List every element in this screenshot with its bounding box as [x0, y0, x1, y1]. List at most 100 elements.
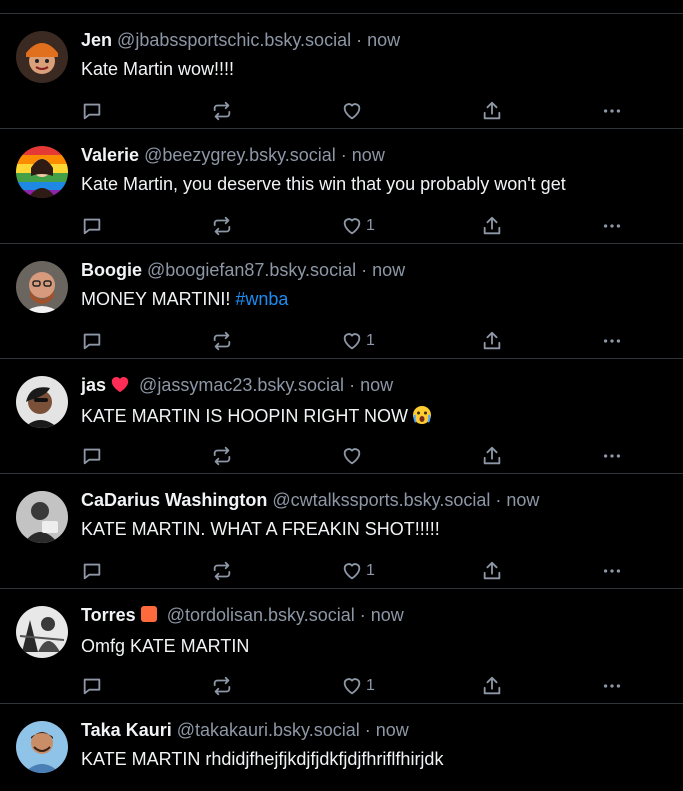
- post-actions: 1: [81, 215, 631, 237]
- author-handle[interactable]: @takakauri.bsky.social: [177, 720, 360, 740]
- more-dots-icon: [603, 569, 621, 573]
- post-time[interactable]: now: [372, 260, 405, 280]
- reply-icon: [83, 333, 101, 350]
- post-text: Omfg KATE MARTIN: [81, 636, 250, 656]
- post-actions: [81, 445, 631, 467]
- heart-emoji-icon: [111, 377, 129, 393]
- reply-button[interactable]: [81, 100, 103, 122]
- avatar[interactable]: [16, 721, 68, 773]
- heart-emoji-badge: [110, 375, 130, 398]
- share-button[interactable]: [481, 675, 503, 697]
- author-name[interactable]: Torres: [81, 605, 136, 625]
- post-actions: 1: [81, 560, 631, 582]
- more-dots-icon: [603, 224, 621, 228]
- post-item[interactable]: jas @jassymac23.bsky.social · now KATE M…: [0, 359, 683, 474]
- author-handle[interactable]: @boogiefan87.bsky.social: [147, 260, 356, 280]
- post-item[interactable]: Valerie @beezygrey.bsky.social · now Kat…: [0, 129, 683, 244]
- share-button[interactable]: [481, 215, 503, 237]
- post-item[interactable]: Boogie @boogiefan87.bsky.social · now MO…: [0, 244, 683, 359]
- author-name[interactable]: Jen: [81, 30, 112, 50]
- more-options-button[interactable]: [601, 560, 623, 582]
- author-name[interactable]: Taka Kauri: [81, 720, 172, 740]
- repost-button[interactable]: [211, 330, 233, 352]
- like-button[interactable]: 1: [341, 215, 375, 237]
- reply-icon: [83, 103, 101, 120]
- post-time[interactable]: now: [376, 720, 409, 740]
- reply-button[interactable]: [81, 330, 103, 352]
- more-dots-icon: [603, 109, 621, 113]
- post-item[interactable]: Torres @tordolisan.bsky.social · now Omf…: [0, 589, 683, 704]
- post-actions: [81, 100, 631, 122]
- post-text: Kate Martin, you deserve this win that y…: [81, 174, 566, 194]
- like-button[interactable]: 1: [341, 560, 375, 582]
- repost-button[interactable]: [211, 215, 233, 237]
- repost-button[interactable]: [211, 560, 233, 582]
- separator-dot: ·: [495, 490, 502, 510]
- post-item[interactable]: Taka Kauri @takakauri.bsky.social · now …: [0, 704, 683, 791]
- author-handle[interactable]: @jbabssportschic.bsky.social: [117, 30, 351, 50]
- author-name[interactable]: Valerie: [81, 145, 139, 165]
- author-handle[interactable]: @jassymac23.bsky.social: [139, 375, 344, 395]
- orange-square-emoji-icon: [140, 606, 157, 622]
- reply-button[interactable]: [81, 215, 103, 237]
- share-button[interactable]: [481, 560, 503, 582]
- author-handle[interactable]: @cwtalkssports.bsky.social: [272, 490, 490, 510]
- repost-icon: [213, 101, 231, 121]
- post-time[interactable]: now: [367, 30, 400, 50]
- like-button[interactable]: [341, 445, 366, 467]
- author-handle[interactable]: @tordolisan.bsky.social: [167, 605, 355, 625]
- more-options-button[interactable]: [601, 330, 623, 352]
- repost-button[interactable]: [211, 100, 233, 122]
- post-time[interactable]: now: [360, 375, 393, 395]
- post-text: KATE MARTIN. WHAT A FREAKIN SHOT!!!!!: [81, 519, 440, 539]
- post-time[interactable]: now: [506, 490, 539, 510]
- avatar[interactable]: [16, 261, 68, 313]
- post-item[interactable]: Jen @jbabssportschic.bsky.social · now K…: [0, 14, 683, 129]
- post-item[interactable]: CaDarius Washington @cwtalkssports.bsky.…: [0, 474, 683, 589]
- hashtag-link[interactable]: #wnba: [235, 289, 288, 309]
- separator-dot: ·: [356, 30, 363, 50]
- avatar[interactable]: [16, 606, 68, 658]
- author-handle[interactable]: @beezygrey.bsky.social: [144, 145, 336, 165]
- reply-icon: [83, 563, 101, 580]
- orange-square-emoji-badge: [140, 605, 158, 628]
- share-button[interactable]: [481, 330, 503, 352]
- reply-button[interactable]: [81, 445, 103, 467]
- more-options-button[interactable]: [601, 215, 623, 237]
- post-text: Kate Martin wow!!!!: [81, 59, 235, 79]
- reply-button[interactable]: [81, 560, 103, 582]
- reply-button[interactable]: [81, 675, 103, 697]
- author-name[interactable]: CaDarius Washington: [81, 490, 267, 510]
- repost-button[interactable]: [211, 675, 233, 697]
- more-options-button[interactable]: [601, 445, 623, 467]
- post-text: KATE MARTIN IS HOOPIN RIGHT NOW: [81, 405, 667, 430]
- repost-button[interactable]: [211, 445, 233, 467]
- heart-icon: [343, 333, 361, 350]
- share-button[interactable]: [481, 445, 503, 467]
- author-name[interactable]: Boogie: [81, 260, 142, 280]
- more-options-button[interactable]: [601, 675, 623, 697]
- share-button[interactable]: [481, 100, 503, 122]
- like-button[interactable]: 1: [341, 330, 375, 352]
- post-text: KATE MARTIN rhdidjfhejfjkdjfjdkfjdjfhrif…: [81, 749, 444, 769]
- avatar[interactable]: [16, 31, 68, 83]
- heart-icon: [343, 448, 361, 465]
- share-icon: [483, 561, 501, 580]
- share-icon: [483, 216, 501, 235]
- author-name[interactable]: jas: [81, 375, 106, 395]
- more-options-button[interactable]: [601, 100, 623, 122]
- avatar[interactable]: [16, 376, 68, 428]
- post-time[interactable]: now: [371, 605, 404, 625]
- more-dots-icon: [603, 339, 621, 343]
- heart-icon: [343, 563, 361, 580]
- like-button[interactable]: [341, 100, 366, 122]
- crying-face-emoji-icon: [412, 405, 432, 430]
- separator-dot: ·: [359, 605, 366, 625]
- post-actions: 1: [81, 675, 631, 697]
- post-time[interactable]: now: [352, 145, 385, 165]
- avatar[interactable]: [16, 491, 68, 543]
- avatar[interactable]: [16, 146, 68, 198]
- post-actions: 1: [81, 330, 631, 352]
- separator-dot: ·: [361, 260, 368, 280]
- like-button[interactable]: 1: [341, 675, 375, 697]
